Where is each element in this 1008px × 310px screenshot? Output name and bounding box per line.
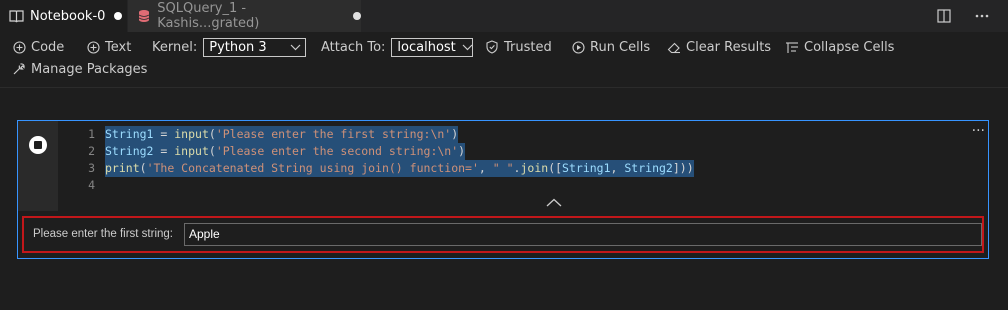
book-icon (8, 8, 24, 24)
split-editor-icon[interactable] (936, 8, 952, 24)
cell-more-actions-button[interactable]: ··· (972, 123, 985, 139)
line-number: 3 (88, 161, 95, 175)
chevron-up-icon[interactable] (544, 195, 564, 209)
chevron-down-icon (289, 41, 301, 53)
tab-notebook-0[interactable]: Notebook-0 (0, 0, 127, 32)
prompt-label: Please enter the first string: (33, 228, 173, 240)
code-line: 4 (58, 177, 988, 194)
code-editor[interactable]: 1 String1 = input('Please enter the first… (58, 121, 988, 211)
editor-tab-bar: Notebook-0 SQLQuery_1 - Kashis...grated) (0, 0, 1008, 32)
clear-results-button[interactable]: Clear Results (666, 37, 771, 57)
add-code-label: Code (31, 39, 65, 55)
collapse-icon (784, 39, 800, 55)
plus-circle-icon (11, 39, 27, 55)
code-cell[interactable]: 1 String1 = input('Please enter the first… (17, 120, 989, 259)
plus-circle-icon (85, 39, 101, 55)
trusted-label: Trusted (504, 39, 552, 55)
add-text-label: Text (105, 39, 132, 55)
shield-icon (484, 39, 500, 55)
trusted-button[interactable]: Trusted (484, 37, 552, 57)
run-cells-label: Run Cells (590, 39, 651, 55)
wrench-icon (11, 61, 27, 77)
chevron-down-icon (462, 41, 473, 53)
line-number: 1 (88, 127, 95, 141)
attach-to-select[interactable]: localhost (391, 37, 474, 57)
code-line: 2 String2 = input('Please enter the secon… (58, 143, 988, 160)
cell-gutter (18, 121, 58, 211)
stop-icon (34, 141, 42, 149)
eraser-icon (666, 39, 682, 55)
more-actions-icon[interactable] (974, 8, 990, 24)
run-cells-button[interactable]: Run Cells (570, 37, 650, 57)
add-text-button[interactable]: Text (85, 37, 131, 57)
tab-label: SQLQuery_1 - Kashis...grated) (157, 1, 260, 31)
code-line: 1 String1 = input('Please enter the first… (58, 126, 988, 143)
code-text: print('The Concatenated String using joi… (105, 160, 694, 177)
collapse-cells-label: Collapse Cells (804, 39, 895, 55)
clear-results-label: Clear Results (686, 39, 772, 55)
cell-output: Please enter the first string: Apple (18, 211, 988, 258)
add-code-button[interactable]: Code (11, 37, 64, 57)
notebook-toolbar: Code Text Kernel: Python 3 Attach To: lo… (0, 32, 1008, 88)
manage-packages-label: Manage Packages (31, 61, 148, 77)
manage-packages-button[interactable]: Manage Packages (11, 59, 147, 79)
line-number: 4 (88, 178, 95, 192)
unsaved-dot-icon[interactable] (353, 12, 361, 20)
attach-to-label: Attach To: (321, 39, 386, 55)
tab-sqlquery-1[interactable]: SQLQuery_1 - Kashis...grated) (128, 0, 361, 32)
input-prompt: Please enter the first string: Apple (22, 216, 984, 253)
database-icon (136, 8, 151, 24)
collapse-cells-button[interactable]: Collapse Cells (784, 37, 894, 57)
stdin-input-field[interactable]: Apple (184, 223, 982, 246)
kernel-select[interactable]: Python 3 (203, 37, 307, 57)
line-number: 2 (88, 144, 95, 158)
attach-to-control: Attach To: localhost (321, 37, 474, 57)
code-line: 3 print('The Concatenated String using jo… (58, 160, 988, 177)
attach-to-value: localhost (397, 39, 456, 55)
stop-cell-button[interactable] (29, 136, 47, 154)
kernel-control: Kernel: Python 3 (152, 37, 307, 57)
unsaved-dot-icon[interactable] (114, 12, 123, 20)
code-text: String1 = input('Please enter the first … (105, 126, 459, 143)
tab-label: Notebook-0 (30, 8, 106, 24)
kernel-label: Kernel: (152, 39, 198, 55)
code-text: String2 = input('Please enter the second… (105, 143, 466, 160)
play-circle-icon (570, 39, 586, 55)
kernel-value: Python 3 (209, 39, 267, 55)
